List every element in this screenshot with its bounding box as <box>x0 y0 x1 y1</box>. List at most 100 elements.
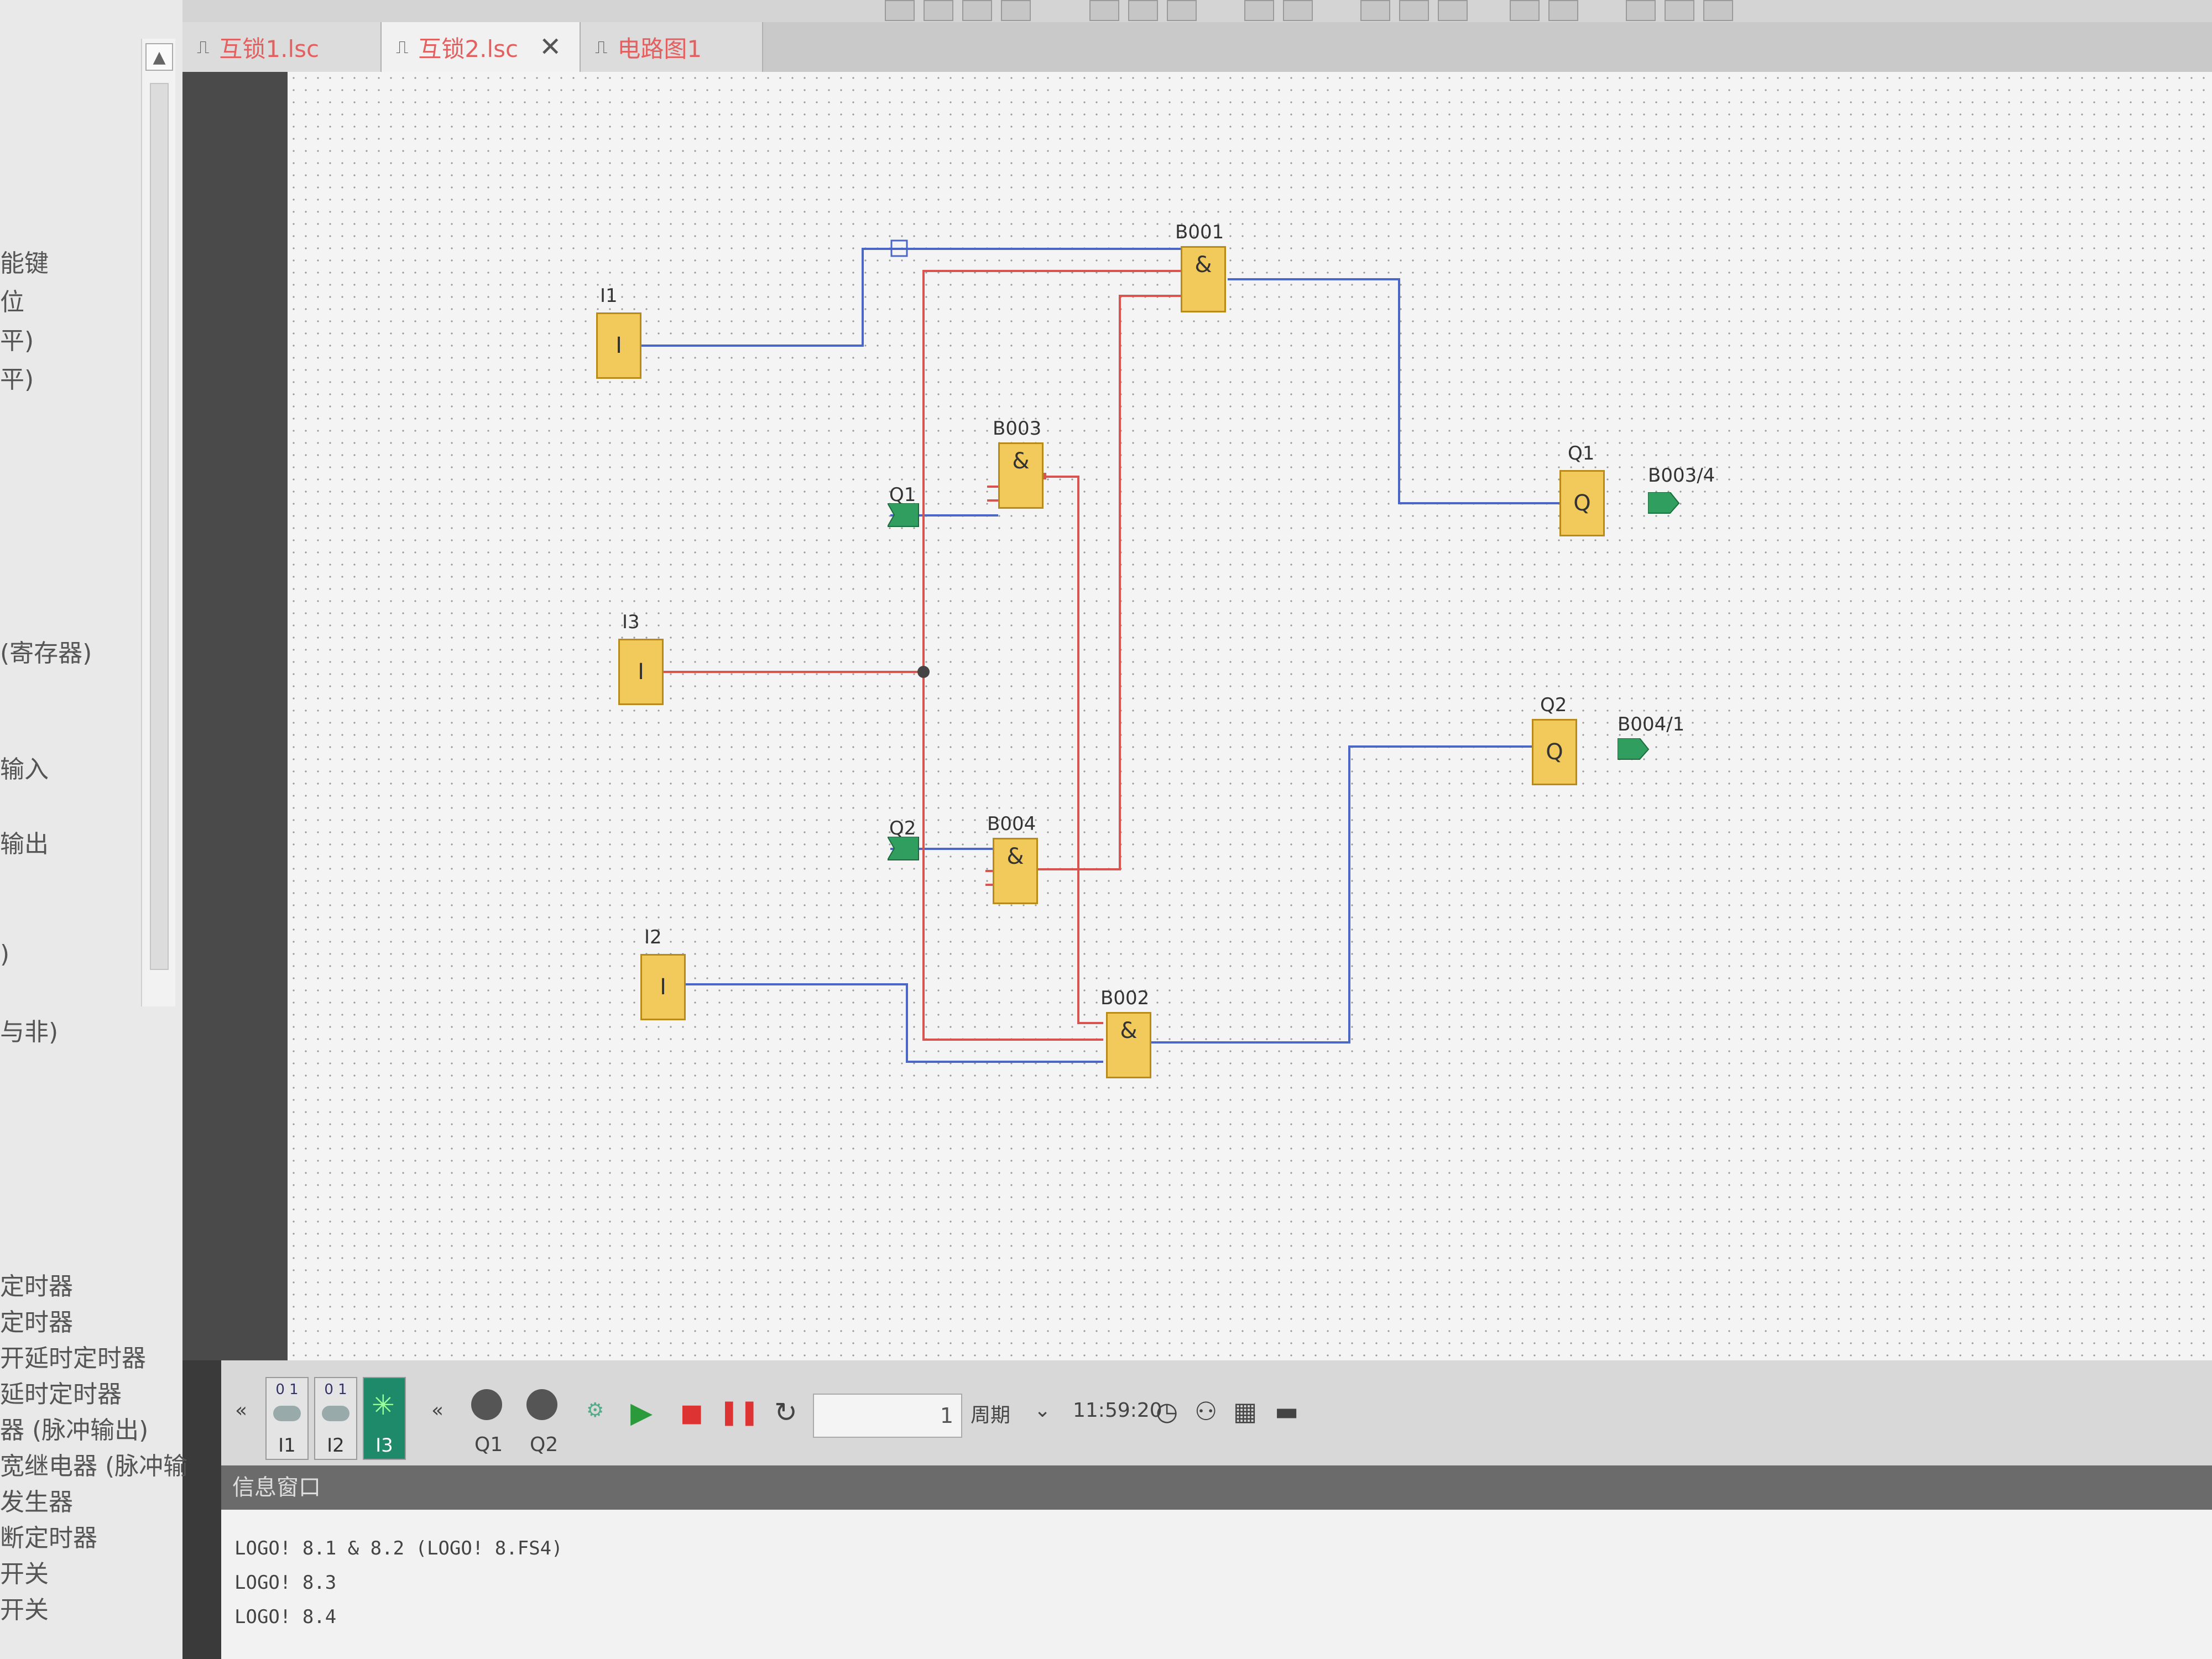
zoom-in-icon[interactable] <box>1244 0 1274 21</box>
calendar-icon[interactable]: ▦ <box>1233 1396 1257 1426</box>
numbering-icon[interactable] <box>1399 0 1429 21</box>
network-sim-icon[interactable]: ⚙ <box>586 1399 604 1422</box>
flag-q2-icon[interactable] <box>888 837 921 862</box>
flag-q1-icon[interactable] <box>888 503 921 528</box>
tab-hushuo2[interactable]: ⎍ 互锁2.lsc ✕ <box>382 22 581 72</box>
input-stub <box>987 486 998 502</box>
tree-item[interactable]: 开延时定时器 <box>0 1338 146 1374</box>
input-block-i1[interactable]: I <box>596 312 641 379</box>
connector-icon[interactable] <box>1626 0 1656 21</box>
switch-i3[interactable]: ✳ I3 <box>363 1377 406 1460</box>
wire-b004-b001 <box>1037 295 1183 870</box>
chevron-down-icon[interactable]: ⌄ <box>1034 1399 1051 1422</box>
lamp-q2-icon <box>526 1389 557 1420</box>
and-block-b002[interactable]: & <box>1106 1012 1151 1078</box>
tree-item[interactable]: 定时器 <box>0 1302 73 1338</box>
block-label-b001: B001 <box>1175 221 1224 243</box>
folder-icon[interactable]: ▬ <box>1275 1396 1298 1426</box>
layout-triple-icon[interactable] <box>1167 0 1197 21</box>
block-label-i2: I2 <box>644 926 662 948</box>
toggle-icon <box>322 1406 349 1421</box>
tree-item[interactable]: 定时器 <box>0 1266 73 1302</box>
cycles-input[interactable]: 1 <box>813 1394 962 1438</box>
tree-item[interactable]: 能键 <box>0 243 49 279</box>
simulation-icon[interactable] <box>1510 0 1540 21</box>
tree-item[interactable]: 平) <box>0 359 34 395</box>
switch-i1[interactable]: 0 1 I1 <box>265 1377 309 1460</box>
edit-icon[interactable] <box>1360 0 1390 21</box>
output-ref-q1: B003/4 <box>1648 465 1715 487</box>
flag-label-q1: Q1 <box>889 484 916 506</box>
info-line: LOGO! 8.1 & 8.2 (LOGO! 8.FS4) <box>234 1537 563 1559</box>
left-scrollbar[interactable]: ▲ <box>141 39 175 1006</box>
input-block-i3[interactable]: I <box>618 639 664 705</box>
collapse-icon[interactable]: « <box>431 1399 444 1422</box>
toolbar-icon[interactable] <box>924 0 953 21</box>
tab-hushuo1[interactable]: ⎍ 互锁1.lsc <box>182 22 382 72</box>
tab-label: 电路图1 <box>617 35 702 62</box>
switch-label: I3 <box>375 1434 393 1457</box>
scroll-up-icon[interactable]: ▲ <box>145 43 173 71</box>
input-block-i2[interactable]: I <box>640 954 686 1020</box>
info-window-title: 信息窗口 <box>221 1465 2212 1510</box>
toolbar-icon[interactable] <box>962 0 992 21</box>
pause-icon[interactable]: ❚❚ <box>719 1398 760 1426</box>
align-icon[interactable] <box>1703 0 1733 21</box>
tree-item[interactable]: 输入 <box>0 749 49 785</box>
tree-item[interactable]: 与非) <box>0 1012 58 1047</box>
block-label-i1: I1 <box>600 285 618 307</box>
play-icon[interactable]: ▶ <box>630 1396 653 1430</box>
and-block-b004[interactable]: & <box>993 838 1038 904</box>
layout-single-icon[interactable] <box>1089 0 1119 21</box>
wire-b001-q1 <box>1228 278 1559 504</box>
align-icon[interactable] <box>1665 0 1694 21</box>
network-icon[interactable]: ⚇ <box>1194 1396 1217 1426</box>
tree-item[interactable]: 延时定时器 <box>0 1374 122 1410</box>
tree-item[interactable]: (寄存器) <box>0 633 92 669</box>
tree-item[interactable]: 平) <box>0 321 34 356</box>
zoom-out-icon[interactable] <box>1283 0 1313 21</box>
and-block-b003[interactable]: & <box>998 442 1044 509</box>
switch-scale: 0 1 <box>324 1381 347 1398</box>
wire-b002-q2 <box>1150 745 1532 1044</box>
junction-node <box>917 666 930 678</box>
wire-i2-b002 <box>664 983 1103 1063</box>
output-block-q2[interactable]: Q <box>1532 719 1577 785</box>
tree-item[interactable]: 宽继电器 (脉冲输 <box>0 1446 187 1481</box>
toolbar-icon[interactable] <box>885 0 915 21</box>
tree-item[interactable]: 输出 <box>0 824 49 859</box>
block-label-q2: Q2 <box>1540 694 1567 716</box>
clock-icon[interactable]: ◷ <box>1156 1396 1178 1426</box>
collapse-icon[interactable]: « <box>235 1399 247 1422</box>
tree-item[interactable]: 断定时器 <box>0 1518 97 1553</box>
reset-icon[interactable]: ↻ <box>774 1396 797 1428</box>
info-window: LOGO! 8.1 & 8.2 (LOGO! 8.FS4) LOGO! 8.3 … <box>221 1510 2212 1659</box>
layout-split-icon[interactable] <box>1128 0 1158 21</box>
flag-label-q2: Q2 <box>889 817 916 839</box>
diagram-canvas[interactable]: I1 I I3 I I2 I B001 & B003 & B004 & B002… <box>288 72 2212 1360</box>
close-icon[interactable]: ✕ <box>539 32 561 62</box>
tree-item[interactable]: ) <box>0 940 9 968</box>
switch-i2[interactable]: 0 1 I2 <box>314 1377 357 1460</box>
wire-b003-b002 <box>1044 476 1103 1024</box>
tree-item[interactable]: 器 (脉冲输出) <box>0 1410 148 1446</box>
tree-item[interactable]: 位 <box>0 282 24 317</box>
switch-on-icon: ✳ <box>372 1389 395 1421</box>
stop-icon[interactable]: ■ <box>680 1399 703 1427</box>
toolbar-icon[interactable] <box>1438 0 1468 21</box>
tree-item[interactable]: 开关 <box>0 1554 49 1589</box>
tree-item[interactable]: 发生器 <box>0 1482 73 1517</box>
block-label-i3: I3 <box>622 611 640 633</box>
scroll-thumb[interactable] <box>150 83 169 970</box>
and-block-b001[interactable]: & <box>1181 246 1226 312</box>
tab-bar: ⎍ 互锁1.lsc ⎍ 互锁2.lsc ✕ ⎍ 电路图1 <box>182 22 2212 72</box>
output-flag-q2-icon <box>1618 738 1650 760</box>
tab-circuit1[interactable]: ⎍ 电路图1 <box>581 22 763 72</box>
tree-item[interactable]: 开关 <box>0 1590 49 1625</box>
toolbar-icon[interactable] <box>1001 0 1031 21</box>
online-test-icon[interactable] <box>1548 0 1578 21</box>
output-ref-q2: B004/1 <box>1618 713 1685 735</box>
output-block-q1[interactable]: Q <box>1559 470 1605 536</box>
wire-i1-b001 <box>641 248 1183 347</box>
block-label-b002: B002 <box>1100 987 1150 1009</box>
